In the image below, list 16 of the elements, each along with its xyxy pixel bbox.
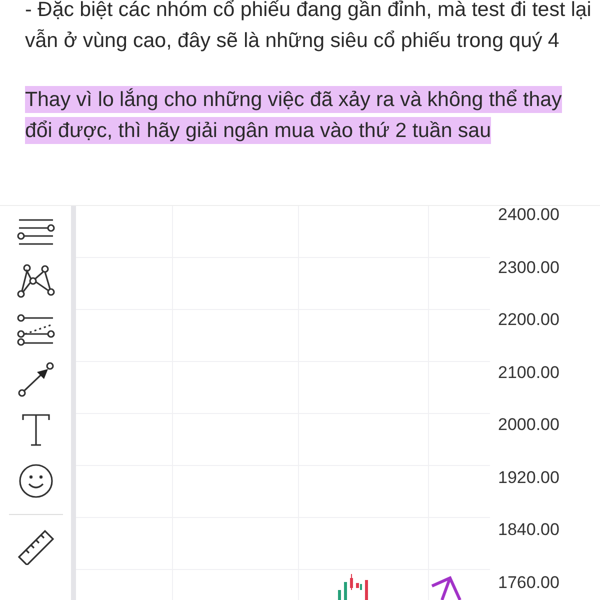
arrow-line-icon[interactable] bbox=[16, 362, 54, 398]
highlighted-paragraph: Thay vì lo lắng cho những việc đã xảy ra và không thể thay đổi được, thì hãy giải ngân mua vào thứ 2 tuần sau bbox=[25, 85, 563, 146]
axis-label: 1760.00 bbox=[498, 572, 560, 594]
smiley-icon[interactable] bbox=[16, 462, 54, 500]
fib-lines-icon[interactable] bbox=[16, 314, 54, 348]
pattern-icon[interactable] bbox=[16, 264, 54, 300]
axis-label: 2300.00 bbox=[498, 256, 560, 279]
candlestick-drawing bbox=[338, 574, 368, 600]
axis-label: 2000.00 bbox=[498, 414, 560, 436]
axis-label: 2200.00 bbox=[498, 309, 560, 332]
axis-label: 2100.00 bbox=[498, 362, 560, 384]
trend-arrow-drawing bbox=[430, 576, 462, 600]
axis-label: 1920.00 bbox=[498, 466, 560, 489]
ruler-icon[interactable] bbox=[16, 529, 54, 565]
axis-label: 2400.00 bbox=[498, 204, 560, 226]
axis-label: 1840.00 bbox=[498, 519, 560, 542]
